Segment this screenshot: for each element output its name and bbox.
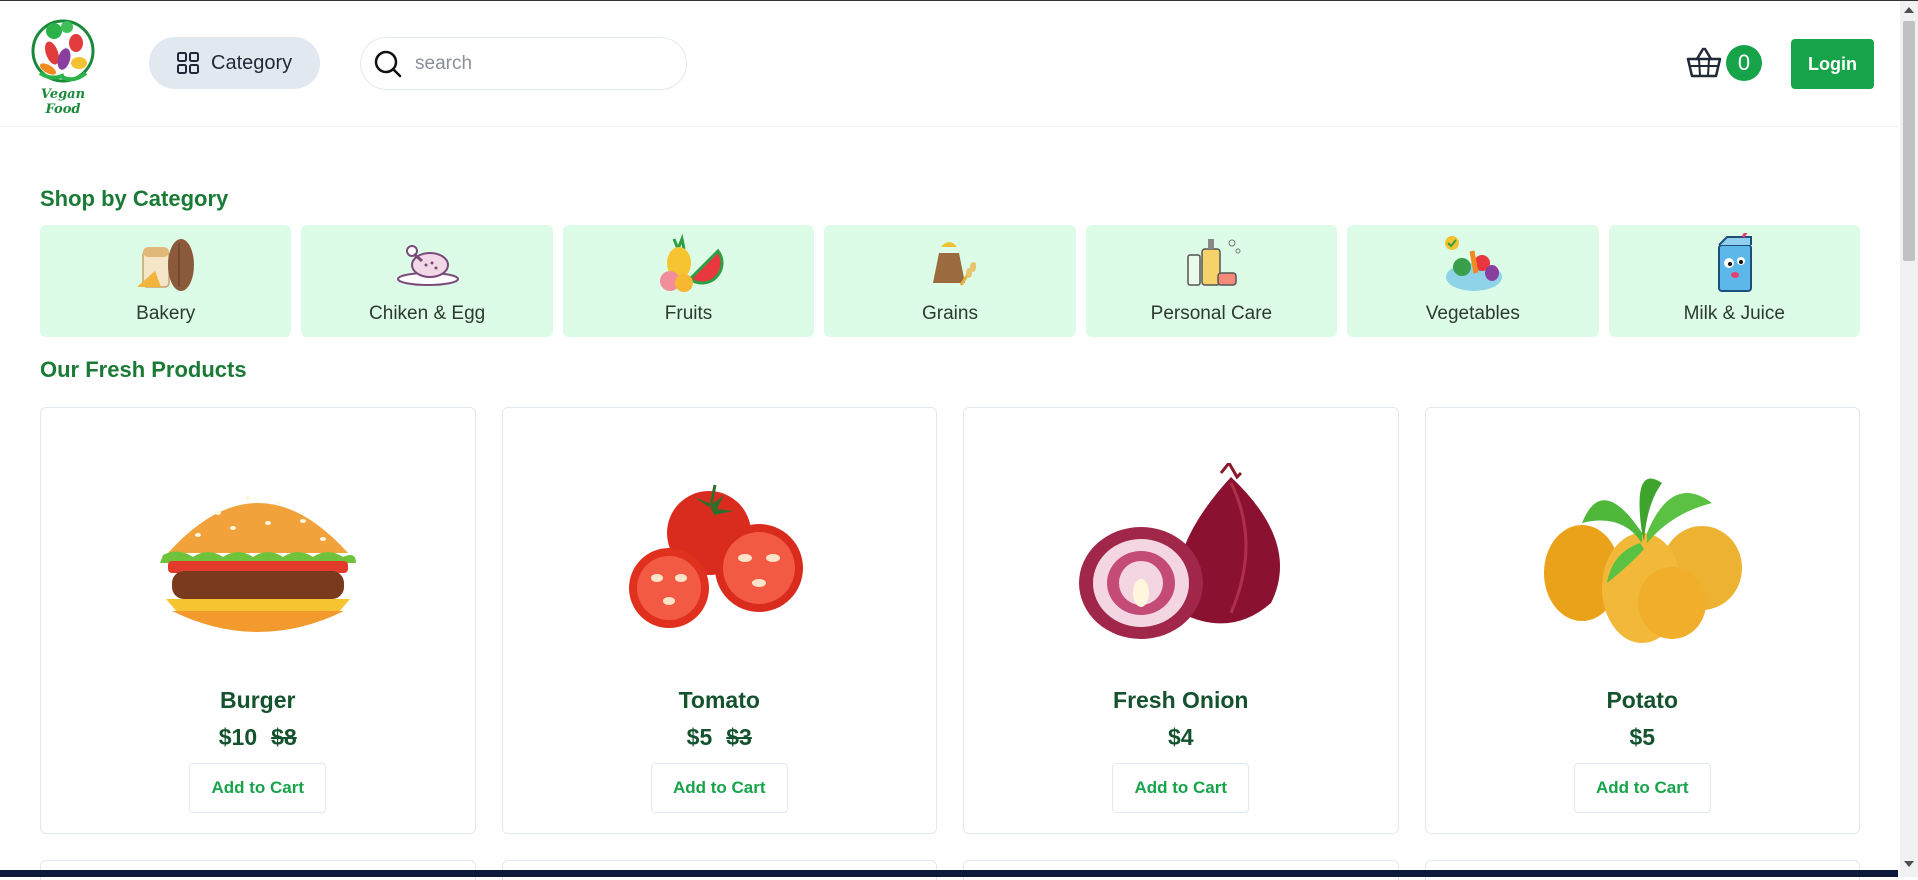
category-list: Bakery Chiken & Egg Fruits Grains Person…	[40, 225, 1860, 337]
category-card-personal-care[interactable]: Personal Care	[1085, 225, 1338, 337]
product-list: Burger $10 $8 Add to Cart Tomato $5 $3 A…	[40, 407, 1860, 834]
cart-button[interactable]: 0	[1686, 45, 1762, 81]
basket-icon	[1686, 47, 1722, 78]
product-card-burger: Burger $10 $8 Add to Cart	[40, 407, 476, 834]
category-button[interactable]: Category	[149, 37, 320, 89]
category-label: Fruits	[664, 303, 713, 324]
category-label: Vegetables	[1425, 303, 1520, 324]
product-name: Potato	[1606, 687, 1679, 713]
product-price: $4	[1168, 724, 1194, 751]
product-card-fresh-onion: Fresh Onion $4 Add to Cart	[963, 407, 1399, 834]
category-card-fruits[interactable]: Fruits	[562, 225, 815, 337]
cart-count-badge: 0	[1726, 45, 1762, 81]
old-price: $3	[726, 724, 752, 750]
category-card-vegetables[interactable]: Vegetables	[1347, 225, 1599, 337]
onion-image[interactable]	[1061, 463, 1301, 653]
our-fresh-products-heading: Our Fresh Products	[40, 357, 247, 382]
current-price: $10	[218, 724, 258, 750]
product-name: Tomato	[678, 687, 760, 713]
category-label: Bakery	[136, 303, 196, 324]
site-header: Vegan Food Category 0 Login	[0, 1, 1898, 127]
current-price: $5	[686, 724, 713, 750]
shop-by-category-heading: Shop by Category	[40, 186, 229, 211]
product-price: $5	[1629, 724, 1655, 751]
login-button[interactable]: Login	[1791, 39, 1874, 89]
logo-emblem-icon	[31, 19, 95, 83]
tomato-image[interactable]	[599, 463, 839, 653]
search-icon[interactable]	[373, 49, 403, 79]
page-scrollbar[interactable]	[1900, 1, 1918, 877]
chicken-icon	[397, 245, 460, 286]
category-label: Personal Care	[1150, 303, 1273, 324]
product-name: Fresh Onion	[1113, 687, 1249, 713]
product-price: $10 $8	[219, 724, 297, 751]
category-label: Grains	[921, 303, 978, 324]
category-card-bakery[interactable]: Bakery	[40, 225, 292, 337]
burger-image[interactable]	[138, 463, 378, 653]
product-price: $5 $3	[687, 724, 752, 751]
category-label: Milk & Juice	[1683, 303, 1785, 324]
add-to-cart-button[interactable]: Add to Cart	[1573, 763, 1711, 813]
logo-text: Vegan Food	[40, 87, 86, 117]
juice-box-icon	[1718, 233, 1753, 292]
add-to-cart-button[interactable]: Add to Cart	[650, 763, 788, 813]
grid-icon	[177, 52, 199, 74]
product-card-tomato: Tomato $5 $3 Add to Cart	[501, 407, 937, 834]
grains-icon	[932, 242, 977, 286]
vegan-food-logo[interactable]: Vegan Food	[24, 15, 102, 117]
taskbar-edge	[0, 870, 1898, 877]
personal-care-icon	[1187, 239, 1241, 286]
potato-image[interactable]	[1522, 463, 1762, 653]
category-card-milk-juice[interactable]: Milk & Juice	[1608, 225, 1860, 337]
category-card-grains[interactable]: Grains	[824, 225, 1076, 337]
scroll-down-arrow-icon[interactable]	[1904, 861, 1914, 867]
product-name: Burger	[220, 687, 296, 713]
scrollbar-thumb[interactable]	[1903, 21, 1915, 261]
current-price: $5	[1629, 724, 1656, 750]
category-label: Chiken & Egg	[369, 303, 486, 324]
scroll-up-arrow-icon[interactable]	[1904, 7, 1914, 13]
fruits-icon	[659, 233, 723, 292]
add-to-cart-button[interactable]: Add to Cart	[189, 763, 327, 813]
add-to-cart-button[interactable]: Add to Cart	[1112, 763, 1250, 813]
current-price: $4	[1167, 724, 1194, 750]
product-card-potato: Potato $5 Add to Cart	[1424, 407, 1860, 834]
vegetables-icon	[1444, 236, 1502, 291]
search-input[interactable]	[413, 51, 653, 76]
search-bar	[360, 37, 687, 90]
bread-icon	[136, 239, 194, 291]
old-price: $8	[271, 724, 297, 750]
category-card-chiken-egg[interactable]: Chiken & Egg	[301, 225, 553, 337]
category-button-label: Category	[211, 51, 293, 74]
